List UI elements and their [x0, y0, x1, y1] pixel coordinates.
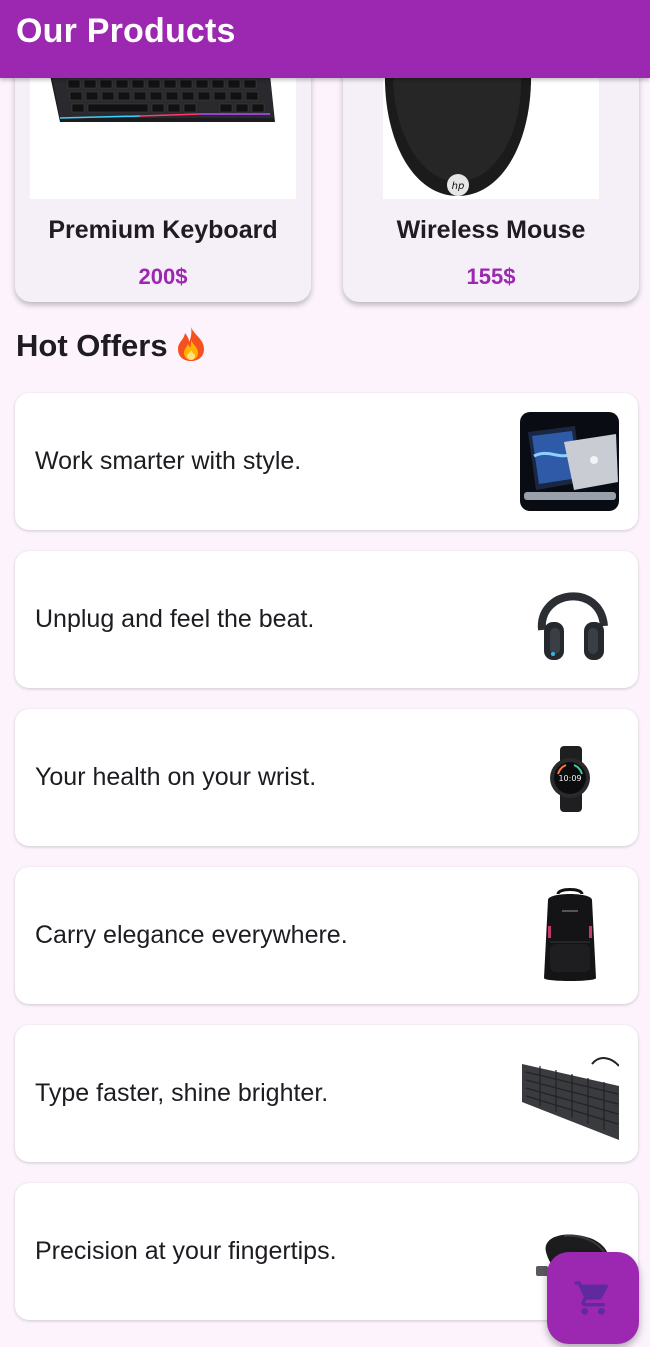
offer-text: Unplug and feel the beat.	[35, 605, 315, 633]
offer-card[interactable]: Work smarter with style.	[15, 393, 638, 530]
product-name: Premium Keyboard	[48, 216, 278, 244]
offer-image-headphones	[520, 570, 619, 669]
offer-card[interactable]: Your health on your wrist. 10:09	[15, 709, 638, 846]
offer-text: Type faster, shine brighter.	[35, 1079, 329, 1107]
main-content: Premium Keyboard 200$ hp Wireless Mouse …	[0, 0, 650, 1347]
offer-image-keyboard	[520, 1044, 620, 1143]
offer-card[interactable]: Precision at your fingertips.	[15, 1183, 638, 1320]
offer-card[interactable]: Carry elegance everywhere.	[15, 867, 638, 1004]
product-price: 155$	[466, 264, 516, 289]
page-title: Our Products	[16, 12, 236, 50]
offer-text: Precision at your fingertips.	[35, 1237, 337, 1265]
offer-card[interactable]: Type faster, shine brighter.	[15, 1025, 638, 1162]
svg-text:hp: hp	[452, 181, 465, 192]
offer-image-laptop	[520, 412, 619, 511]
svg-text:10:09: 10:09	[558, 774, 581, 783]
offer-card[interactable]: Unplug and feel the beat.	[15, 551, 638, 688]
offer-text: Carry elegance everywhere.	[35, 921, 348, 949]
hot-offers-title: Hot Offers	[16, 326, 206, 364]
fire-icon	[176, 326, 206, 362]
product-price: 200$	[138, 264, 188, 289]
app-bar: Our Products	[0, 0, 650, 78]
offer-text: Your health on your wrist.	[35, 763, 317, 791]
offer-text: Work smarter with style.	[35, 447, 302, 475]
cart-button[interactable]	[547, 1252, 639, 1344]
offer-image-backpack	[520, 886, 619, 985]
product-name: Wireless Mouse	[396, 216, 586, 244]
offer-image-smartwatch: 10:09	[520, 728, 619, 827]
hot-offers-label: Hot Offers	[16, 328, 168, 363]
